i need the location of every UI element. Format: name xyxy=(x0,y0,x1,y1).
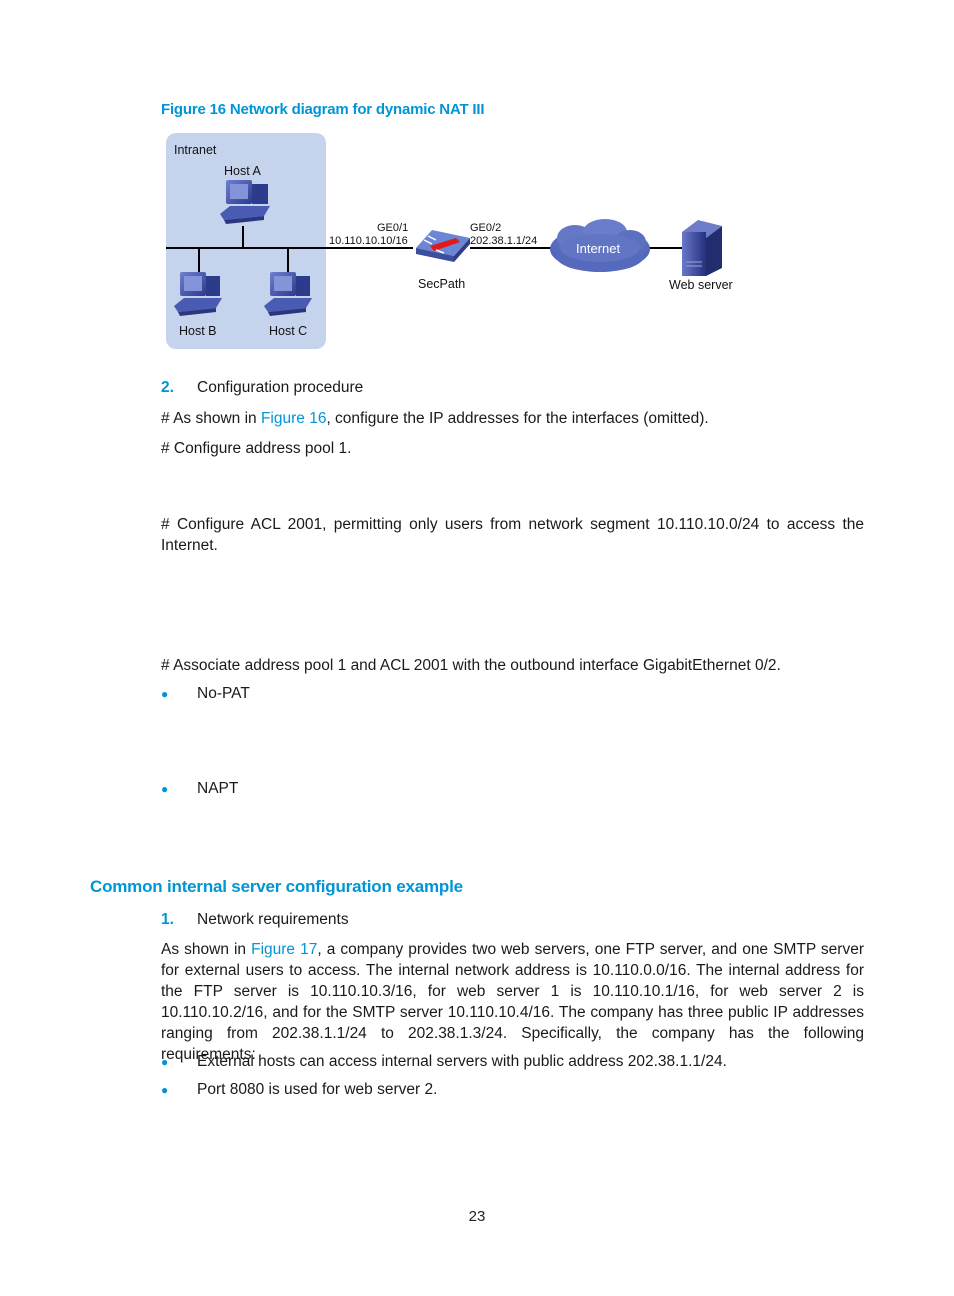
procedure-line-4: # Associate address pool 1 and ACL 2001 … xyxy=(161,657,781,674)
figure-16-link[interactable]: Figure 16 xyxy=(261,410,326,427)
para-prefix: As shown in xyxy=(161,941,252,958)
figure-title: Figure 16 Network diagram for dynamic NA… xyxy=(161,101,485,118)
page-number: 23 xyxy=(468,1208,486,1225)
bullet-no-pat: ● xyxy=(161,683,168,705)
bullet-no-pat-text: No-PAT xyxy=(197,685,250,702)
host-b-pc-icon xyxy=(174,272,222,316)
host-a-pc-icon xyxy=(220,180,270,224)
host-b-label: Host B xyxy=(179,324,217,338)
procedure-line-1: # As shown in Figure 16, configure the I… xyxy=(161,408,709,429)
section-step-number: 1. xyxy=(161,911,174,928)
network-diagram: Intranet Host A Host B Host C GE0/1 10.1… xyxy=(166,133,733,349)
bullet-dot-icon: ● xyxy=(161,782,169,796)
ge02-ip: 202.38.1.1/24 xyxy=(470,235,537,247)
bullet-napt-text: NAPT xyxy=(197,780,239,797)
cloud-label: Internet xyxy=(576,241,620,256)
procedure-line-2: # Configure address pool 1. xyxy=(161,440,352,457)
requirement-text-2: Port 8080 is used for web server 2. xyxy=(197,1081,438,1098)
bullet-dot-icon: ● xyxy=(161,1083,169,1097)
bullet-dot-icon: ● xyxy=(161,1055,169,1069)
ge01-ip: 10.110.10.10/16 xyxy=(329,235,408,247)
intranet-label: Intranet xyxy=(174,143,217,157)
bullet-dot-icon: ● xyxy=(161,687,169,701)
line1-suffix: , configure the IP addresses for the int… xyxy=(326,410,709,427)
procedure-title: Configuration procedure xyxy=(197,379,364,396)
firewall-icon xyxy=(416,230,470,262)
procedure-line-3: # Configure ACL 2001, permitting only us… xyxy=(161,516,864,554)
ge02-label: GE0/2 xyxy=(470,222,501,234)
requirement-bullet-2: ● xyxy=(161,1079,168,1101)
firewall-label: SecPath xyxy=(418,277,465,291)
web-server-label: Web server xyxy=(669,278,733,292)
requirement-text-1: External hosts can access internal serve… xyxy=(197,1053,727,1070)
ge01-label: GE0/1 xyxy=(377,222,408,234)
section-paragraph: As shown in Figure 17, a company provide… xyxy=(161,939,864,1065)
host-a-label: Host A xyxy=(224,164,261,178)
web-server-icon xyxy=(682,220,722,276)
bullet-napt: ● xyxy=(161,778,168,800)
procedure-number: 2. xyxy=(161,379,174,396)
requirement-bullet-1: ● xyxy=(161,1051,168,1073)
section-subtitle: Network requirements xyxy=(197,911,349,928)
figure-17-link[interactable]: Figure 17 xyxy=(251,941,317,958)
para-suffix: , a company provides two web servers, on… xyxy=(161,941,864,1063)
section-heading: Common internal server configuration exa… xyxy=(90,877,463,896)
host-c-label: Host C xyxy=(269,324,307,338)
host-c-pc-icon xyxy=(264,272,312,316)
line1-prefix: # As shown in xyxy=(161,410,261,427)
